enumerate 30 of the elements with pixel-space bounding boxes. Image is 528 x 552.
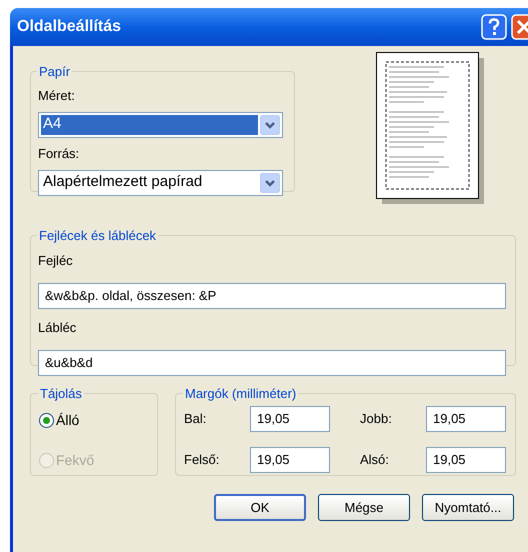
field-label: Méret:	[38, 86, 76, 104]
field-label: Forrás:	[38, 144, 80, 162]
field-label: Jobb:	[360, 410, 393, 428]
dropdown[interactable]: Alapértelmezett papírad	[38, 170, 283, 196]
input-field[interactable]: &u&b&d	[38, 350, 506, 376]
radio-label: Fekvő	[56, 450, 94, 470]
chevron-down-icon[interactable]	[260, 114, 280, 134]
help-icon[interactable]	[481, 14, 507, 40]
group-title: Tájolás	[39, 385, 83, 403]
group-title: Margók (milliméter)	[184, 385, 298, 403]
radio-button[interactable]	[39, 412, 54, 428]
dialog-button[interactable]: Nyomtató...	[422, 494, 514, 521]
input-field[interactable]: 19,05	[250, 446, 330, 472]
group-title: Fejlécek és láblécek	[38, 227, 158, 245]
input-field[interactable]: 19,05	[426, 446, 506, 472]
field-label: Bal:	[184, 410, 208, 428]
window-title: Oldalbeállítás	[17, 17, 122, 37]
field-label: Alsó:	[360, 450, 390, 469]
radio-label[interactable]: Álló	[56, 410, 80, 430]
dropdown[interactable]: A4	[38, 112, 283, 138]
chevron-down-icon[interactable]	[260, 172, 280, 192]
group-title: Papír	[38, 63, 72, 81]
field-label: Fejléc	[38, 252, 74, 268]
field-label: Felső:	[184, 450, 220, 469]
field-label: Lábléc	[38, 318, 78, 336]
dialog-button[interactable]: OK	[214, 494, 306, 521]
input-field[interactable]: &w&b&p. oldal, összesen: &P	[38, 282, 506, 308]
input-field[interactable]: 19,05	[250, 406, 330, 432]
dialog-button[interactable]: Mégse	[318, 494, 410, 521]
input-field[interactable]: 19,05	[426, 406, 506, 432]
